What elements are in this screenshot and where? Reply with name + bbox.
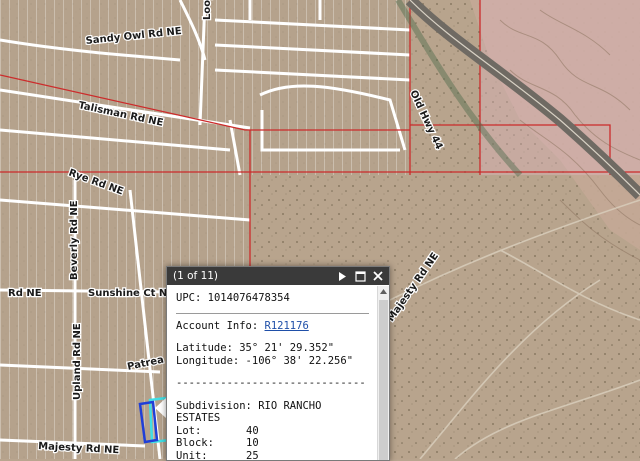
latitude-row: Latitude: 35° 21' 29.352" — [176, 342, 369, 355]
upc-value: 1014076478354 — [208, 292, 290, 304]
dashed-divider: ------------------------------ — [176, 377, 369, 390]
longitude-label: Longitude: — [176, 355, 239, 367]
street-label: Sunshine Ct NE — [88, 288, 174, 299]
lot-row: Lot:40 — [176, 425, 369, 438]
block-row: Block:10 — [176, 437, 369, 450]
account-link[interactable]: R121176 — [265, 320, 309, 332]
popup-header: (1 of 11) — [167, 267, 389, 285]
lot-label: Lot: — [176, 425, 246, 438]
lot-value: 40 — [246, 425, 259, 437]
popup-content: UPC: 1014076478354 Account Info: R121176… — [167, 286, 377, 460]
block-label: Block: — [176, 437, 246, 450]
account-label: Account Info: — [176, 320, 258, 332]
popup-pager: (1 of 11) — [173, 270, 331, 282]
unit-row: Unit:25 — [176, 450, 369, 461]
account-row: Account Info: R121176 — [176, 320, 369, 333]
subdivision-label: Subdivision: — [176, 400, 252, 412]
block-value: 10 — [246, 437, 259, 449]
close-icon[interactable] — [371, 269, 385, 283]
popup-scrollbar[interactable] — [377, 286, 389, 460]
longitude-value: -106° 38' 22.256" — [246, 355, 353, 367]
upc-row: UPC: 1014076478354 — [176, 292, 369, 305]
street-label: Beverly Rd NE — [69, 200, 80, 280]
popup-pointer — [155, 398, 166, 418]
latitude-value: 35° 21' 29.352" — [239, 342, 334, 354]
longitude-row: Longitude: -106° 38' 22.256" — [176, 355, 369, 368]
parcel-info-popup: (1 of 11) UPC: 1014076478354 Account Inf… — [166, 266, 390, 461]
upc-label: UPC: — [176, 292, 201, 304]
unit-value: 25 — [246, 450, 259, 461]
maximize-icon[interactable] — [353, 269, 367, 283]
street-label: Loop Rd NE — [202, 0, 213, 20]
street-label: Upland Rd NE — [72, 323, 83, 400]
latitude-label: Latitude: — [176, 342, 233, 354]
subdivision-row: Subdivision: RIO RANCHO ESTATES — [176, 400, 369, 425]
scroll-thumb[interactable] — [379, 300, 388, 460]
header-divider — [176, 313, 369, 314]
unit-label: Unit: — [176, 450, 246, 461]
play-icon[interactable] — [335, 269, 349, 283]
street-label: Rd NE — [8, 288, 42, 299]
scroll-up-arrow[interactable] — [378, 286, 389, 297]
